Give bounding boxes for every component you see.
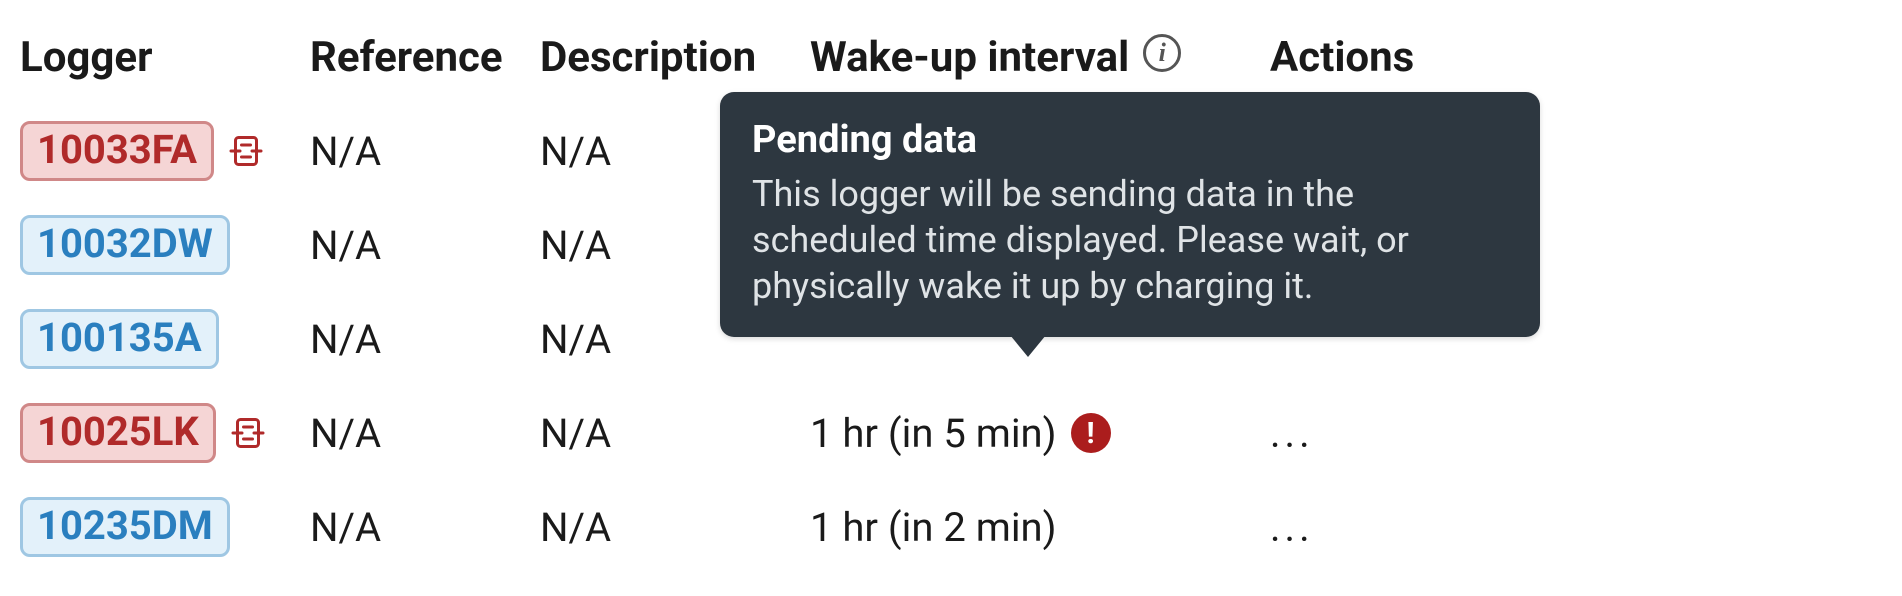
reference-value: N/A	[310, 410, 381, 457]
wakeup-value: 1 hr (in 5 min)	[810, 410, 1057, 457]
actions-menu-button[interactable]: ...	[1270, 410, 1314, 457]
info-icon[interactable]: i	[1143, 34, 1181, 72]
reference-value: N/A	[310, 128, 381, 175]
logger-pill[interactable]: 10032DW	[20, 215, 230, 275]
col-description: Description	[540, 33, 800, 82]
tooltip-title: Pending data	[752, 116, 1508, 165]
logger-pill[interactable]: 10033FA	[20, 121, 214, 181]
device-warning-icon	[230, 415, 266, 451]
wakeup-cell: 1 hr (in 5 min)	[810, 410, 1260, 457]
logger-cell: 10025LK	[20, 403, 300, 463]
actions-cell: ...	[1270, 410, 1450, 457]
col-reference-label: Reference	[310, 33, 503, 82]
table-row: 10025LK N/A N/A 1 hr (in 5 min)...	[20, 386, 1882, 480]
reference-cell: N/A	[310, 128, 530, 175]
reference-cell: N/A	[310, 410, 530, 457]
table-row: 10235DM N/A N/A 1 hr (in 2 min)...	[20, 480, 1882, 574]
tooltip-body: This logger will be sending data in the …	[752, 171, 1508, 309]
reference-value: N/A	[310, 504, 381, 551]
reference-cell: N/A	[310, 316, 530, 363]
actions-cell: ...	[1270, 504, 1450, 551]
logger-cell: 100135A	[20, 309, 300, 369]
logger-pill[interactable]: 10235DM	[20, 497, 230, 557]
col-description-label: Description	[540, 33, 756, 82]
reference-cell: N/A	[310, 222, 530, 269]
description-value: N/A	[540, 128, 611, 175]
table-header: Logger Reference Description Wake-up int…	[20, 10, 1882, 104]
wakeup-cell: 1 hr (in 2 min)	[810, 504, 1260, 551]
logger-pill[interactable]: 100135A	[20, 309, 219, 369]
col-actions-label: Actions	[1270, 33, 1414, 82]
logger-cell: 10032DW	[20, 215, 300, 275]
logger-pill[interactable]: 10025LK	[20, 403, 216, 463]
pending-data-tooltip: Pending data This logger will be sending…	[720, 92, 1540, 337]
col-wakeup-label: Wake-up interval	[810, 33, 1129, 82]
logger-cell: 10033FA	[20, 121, 300, 181]
reference-value: N/A	[310, 316, 381, 363]
wakeup-value: 1 hr (in 2 min)	[810, 504, 1057, 551]
tooltip-arrow	[1010, 335, 1046, 357]
description-value: N/A	[540, 410, 611, 457]
actions-menu-button[interactable]: ...	[1270, 504, 1314, 551]
reference-cell: N/A	[310, 504, 530, 551]
description-cell: N/A	[540, 504, 800, 551]
col-wakeup: Wake-up interval i	[810, 33, 1260, 82]
alert-icon[interactable]	[1071, 413, 1111, 453]
description-cell: N/A	[540, 410, 800, 457]
reference-value: N/A	[310, 222, 381, 269]
description-value: N/A	[540, 504, 611, 551]
logger-cell: 10235DM	[20, 497, 300, 557]
device-warning-icon	[228, 133, 264, 169]
col-actions: Actions	[1270, 33, 1450, 82]
col-logger: Logger	[20, 33, 300, 82]
description-value: N/A	[540, 316, 611, 363]
description-value: N/A	[540, 222, 611, 269]
col-reference: Reference	[310, 33, 530, 82]
col-logger-label: Logger	[20, 33, 152, 82]
